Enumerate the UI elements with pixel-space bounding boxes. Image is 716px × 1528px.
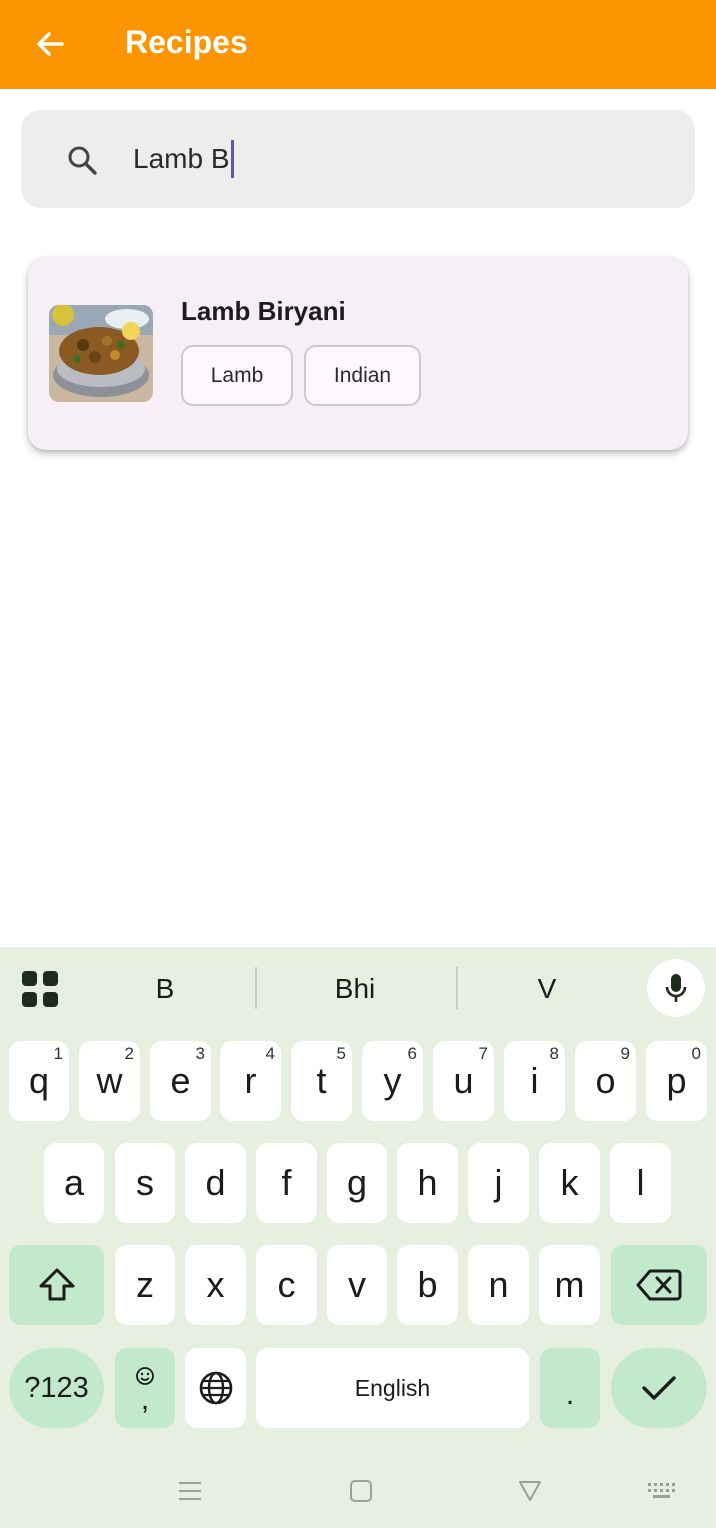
key-h[interactable]: h [397, 1143, 458, 1223]
suggestion-divider [255, 967, 257, 1009]
key-b[interactable]: b [397, 1245, 458, 1325]
app-bar: Recipes [0, 0, 716, 89]
space-key[interactable]: English [256, 1348, 529, 1428]
key-q[interactable]: q1 [9, 1041, 69, 1121]
key-v[interactable]: v [327, 1245, 387, 1325]
checkmark-icon [642, 1376, 676, 1400]
shift-key[interactable] [9, 1245, 104, 1325]
text-caret [230, 140, 234, 178]
key-l[interactable]: l [610, 1143, 671, 1223]
key-hint: 4 [265, 1044, 275, 1063]
key-g[interactable]: g [327, 1143, 387, 1223]
key-hint: 0 [691, 1044, 701, 1063]
menu-icon [179, 1482, 201, 1500]
key-e[interactable]: e3 [150, 1041, 211, 1121]
key-f[interactable]: f [256, 1143, 317, 1223]
key-d[interactable]: d [185, 1143, 246, 1223]
key-t[interactable]: t5 [291, 1041, 352, 1121]
suggestion-bar: B Bhi V [0, 947, 716, 1031]
key-y[interactable]: y6 [362, 1041, 423, 1121]
suggestion-divider [456, 967, 458, 1009]
symbols-key[interactable]: ?123 [9, 1348, 104, 1428]
square-icon [350, 1480, 372, 1502]
search-input-text: Lamb B [133, 143, 230, 174]
key-label: e [170, 1060, 191, 1101]
key-label: q [28, 1060, 50, 1101]
key-hint: 7 [478, 1044, 488, 1063]
key-label: i [530, 1060, 539, 1101]
key-hint: 6 [407, 1044, 417, 1063]
period-key[interactable]: . [540, 1348, 600, 1428]
nav-home-button[interactable] [343, 1476, 379, 1506]
tag-chip-indian[interactable]: Indian [304, 345, 421, 406]
back-button[interactable] [28, 22, 72, 66]
globe-icon [199, 1371, 232, 1405]
recipe-card[interactable]: Lamb Biryani Lamb Indian [28, 257, 688, 450]
key-x[interactable]: x [185, 1245, 246, 1325]
key-label: p [666, 1060, 687, 1101]
voice-input-button[interactable] [647, 959, 705, 1017]
key-label: w [96, 1060, 123, 1101]
key-label: u [453, 1060, 474, 1101]
key-label: o [595, 1060, 616, 1101]
backspace-icon [636, 1269, 682, 1301]
key-n[interactable]: n [468, 1245, 529, 1325]
nav-keyboard-button[interactable] [643, 1476, 679, 1506]
key-hint: 1 [53, 1044, 63, 1063]
key-label: y [383, 1060, 402, 1101]
tag-chip-lamb[interactable]: Lamb [181, 345, 293, 406]
language-key[interactable] [185, 1348, 246, 1428]
recipe-title: Lamb Biryani [181, 296, 346, 326]
nav-menu-button[interactable] [172, 1476, 208, 1506]
key-c[interactable]: c [256, 1245, 317, 1325]
key-u[interactable]: u7 [433, 1041, 494, 1121]
search-field[interactable]: Lamb B [21, 110, 695, 208]
key-label: r [244, 1060, 257, 1101]
key-i[interactable]: i8 [504, 1041, 565, 1121]
key-o[interactable]: o9 [575, 1041, 636, 1121]
shift-icon [39, 1268, 74, 1301]
key-p[interactable]: p0 [646, 1041, 707, 1121]
key-hint: 2 [124, 1044, 134, 1063]
on-screen-keyboard: B Bhi V q1 w2 e3 r4 t5 y6 u7 i8 o9 p0 a … [0, 947, 716, 1528]
key-m[interactable]: m [539, 1245, 600, 1325]
key-r[interactable]: r4 [220, 1041, 281, 1121]
key-w[interactable]: w2 [79, 1041, 140, 1121]
key-k[interactable]: k [539, 1143, 600, 1223]
suggestion-3[interactable]: V [472, 967, 622, 1011]
key-hint: 8 [549, 1044, 559, 1063]
key-s[interactable]: s [115, 1143, 175, 1223]
arrow-back-icon [37, 32, 64, 56]
search-icon [68, 146, 97, 175]
suggestion-2[interactable]: Bhi [280, 967, 430, 1011]
key-j[interactable]: j [468, 1143, 529, 1223]
backspace-key[interactable] [611, 1245, 707, 1325]
comma-label: , [140, 1383, 150, 1416]
search-input[interactable]: Lamb B [133, 140, 234, 178]
key-a[interactable]: a [44, 1143, 104, 1223]
key-hint: 5 [336, 1044, 346, 1063]
nav-back-button[interactable] [512, 1476, 548, 1506]
key-label: t [316, 1060, 327, 1101]
recipe-thumbnail [49, 305, 153, 402]
screen: Recipes Lamb B Lamb Biryani Lamb Indian … [0, 0, 716, 1528]
key-z[interactable]: z [115, 1245, 175, 1325]
key-hint: 9 [620, 1044, 630, 1063]
key-hint: 3 [195, 1044, 205, 1063]
microphone-icon [665, 974, 687, 1002]
suggestion-1[interactable]: B [90, 967, 240, 1011]
keyboard-hide-icon [648, 1483, 675, 1498]
page-title: Recipes [125, 24, 248, 60]
enter-key[interactable] [611, 1348, 707, 1428]
keyboard-apps-icon[interactable] [20, 969, 60, 1009]
triangle-back-icon [519, 1481, 541, 1501]
emoji-comma-key[interactable]: , [115, 1348, 175, 1428]
